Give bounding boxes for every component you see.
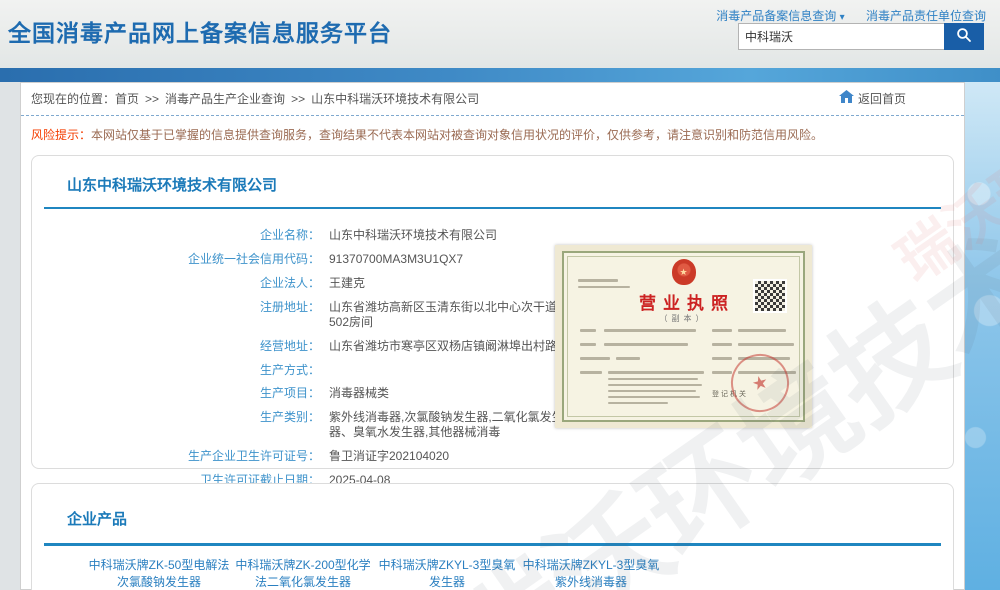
field-label: 经营地址： — [32, 339, 320, 354]
field-label: 生产类别： — [32, 410, 320, 440]
search-button[interactable] — [944, 23, 984, 50]
license-text-line — [738, 329, 786, 332]
license-text-line — [608, 396, 700, 398]
license-text-line — [578, 279, 618, 282]
field-label: 生产企业卫生许可证号： — [32, 449, 320, 464]
license-text-line — [738, 343, 794, 346]
company-name-heading: 山东中科瑞沃环境技术有限公司 — [67, 174, 953, 195]
breadcrumb-separator: >> — [145, 92, 159, 106]
product-link[interactable]: 中科瑞沃牌ZKYL-3型臭氧 紫外线消毒器 — [520, 557, 662, 590]
nav-link-responsible-unit-query[interactable]: 消毒产品责任单位查询 — [866, 9, 986, 23]
license-text-line — [712, 329, 732, 332]
business-license-image: ★ 营业执照 （副本） — [555, 245, 812, 428]
table-row: 企业统一社会信用代码： 91370700MA3M3U1QX7 — [32, 252, 953, 267]
field-label: 生产方式： — [32, 363, 320, 377]
table-row: 生产方式： — [32, 363, 953, 377]
breadcrumb-prefix: 您现在的位置： — [31, 92, 115, 106]
license-text-line — [608, 384, 702, 386]
field-value: 91370700MA3M3U1QX7 — [329, 252, 463, 267]
products-panel: 企业产品 中科瑞沃牌ZK-50型电解法 次氯酸钠发生器 中科瑞沃牌ZK-200型… — [31, 483, 954, 590]
top-nav: 消毒产品备案信息查询 ▾ 消毒产品责任单位查询 — [698, 7, 986, 24]
search-input[interactable] — [738, 23, 944, 50]
back-home-link[interactable]: 返回首页 — [839, 83, 906, 115]
table-row: 生产类别： 紫外线消毒器,次氯酸钠发生器,二氧化氯发生器,臭氧发生器、臭氧水发生… — [32, 410, 953, 440]
company-fields: 企业名称： 山东中科瑞沃环境技术有限公司 企业统一社会信用代码： 9137070… — [32, 228, 953, 497]
decorative-side-strip — [965, 82, 1000, 590]
license-text-line — [578, 286, 630, 288]
table-row: 注册地址： 山东省潍坊高新区玉清东街以北中心次干道以西高新大厦502房间 — [32, 300, 953, 330]
field-label: 企业统一社会信用代码： — [32, 252, 320, 267]
national-emblem-icon: ★ — [672, 259, 696, 285]
products-section-title: 企业产品 — [67, 508, 953, 529]
license-text-line — [608, 378, 698, 380]
risk-notice-text: 本网站仅基于已掌握的信息提供查询服务，查询结果不代表本网站对被查询对象信用状况的… — [91, 128, 823, 142]
field-value: 山东中科瑞沃环境技术有限公司 — [329, 228, 497, 243]
field-label: 企业名称： — [32, 228, 320, 243]
field-label: 企业法人： — [32, 276, 320, 291]
breadcrumb-category-link[interactable]: 消毒产品生产企业查询 — [165, 92, 285, 106]
license-text-line — [712, 357, 732, 360]
license-text-line — [604, 343, 688, 346]
breadcrumb-separator: >> — [291, 92, 305, 106]
header-accent-bar — [0, 68, 1000, 82]
table-row: 企业法人： 王建克 — [32, 276, 953, 291]
table-row: 生产项目： 消毒器械类 — [32, 386, 953, 401]
field-value: 王建克 — [329, 276, 365, 291]
license-text-line — [608, 402, 668, 404]
risk-notice-label: 风险提示： — [31, 128, 91, 142]
chevron-down-icon: ▾ — [840, 12, 845, 23]
license-subtitle: （副本） — [564, 313, 803, 324]
table-row: 生产企业卫生许可证号： 鲁卫消证字202104020 — [32, 449, 953, 464]
search-icon — [956, 27, 972, 46]
field-value: 鲁卫消证字202104020 — [329, 449, 449, 464]
qr-code — [753, 279, 787, 313]
company-info-panel: 山东中科瑞沃环境技术有限公司 企业名称： 山东中科瑞沃环境技术有限公司 企业统一… — [31, 155, 954, 469]
breadcrumb: 您现在的位置：首页 >> 消毒产品生产企业查询 >> 山东中科瑞沃环境技术有限公司 返回… — [21, 83, 964, 116]
risk-notice: 风险提示：本网站仅基于已掌握的信息提供查询服务，查询结果不代表本网站对被查询对象… — [21, 116, 964, 147]
main-content: 您现在的位置：首页 >> 消毒产品生产企业查询 >> 山东中科瑞沃环境技术有限公司 返回… — [20, 82, 965, 590]
breadcrumb-current: 山东中科瑞沃环境技术有限公司 — [311, 92, 479, 106]
nav-link-record-info-query[interactable]: 消毒产品备案信息查询 ▾ — [716, 9, 844, 23]
page: 全国消毒产品网上备案信息服务平台 消毒产品备案信息查询 ▾ 消毒产品责任单位查询… — [0, 0, 1000, 590]
divider — [44, 543, 941, 546]
license-text-line — [604, 329, 696, 332]
site-header: 全国消毒产品网上备案信息服务平台 消毒产品备案信息查询 ▾ 消毒产品责任单位查询 — [0, 0, 1000, 68]
table-row: 经营地址： 山东省潍坊市寒亭区双杨店镇阚淋埠出村路西100米 — [32, 339, 953, 354]
table-row: 企业名称： 山东中科瑞沃环境技术有限公司 — [32, 228, 953, 243]
site-title: 全国消毒产品网上备案信息服务平台 — [8, 14, 392, 48]
back-home-label: 返回首页 — [858, 83, 906, 115]
license-text-line — [712, 371, 732, 374]
license-text-line — [608, 390, 696, 392]
product-link[interactable]: 中科瑞沃牌ZK-200型化学 法二氧化氯发生器 — [232, 557, 374, 590]
field-label: 注册地址： — [32, 300, 320, 330]
field-label: 生产项目： — [32, 386, 320, 401]
breadcrumb-home-link[interactable]: 首页 — [115, 92, 139, 106]
product-link[interactable]: 中科瑞沃牌ZK-50型电解法 次氯酸钠发生器 — [88, 557, 230, 590]
product-link[interactable]: 中科瑞沃牌ZKYL-3型臭氧 发生器 — [376, 557, 518, 590]
license-text-line — [616, 357, 640, 360]
field-value: 消毒器械类 — [329, 386, 389, 401]
search-bar — [738, 23, 984, 50]
divider — [44, 207, 941, 209]
home-icon — [839, 83, 854, 115]
license-text-line — [712, 343, 732, 346]
license-text-line — [580, 329, 596, 332]
license-frame: ★ 营业执照 （副本） — [562, 251, 805, 422]
license-text-line — [580, 371, 602, 374]
license-text-line — [608, 371, 704, 374]
product-list: 中科瑞沃牌ZK-50型电解法 次氯酸钠发生器 中科瑞沃牌ZK-200型化学 法二… — [88, 557, 953, 590]
license-text-line — [580, 357, 610, 360]
license-text-line — [580, 343, 596, 346]
